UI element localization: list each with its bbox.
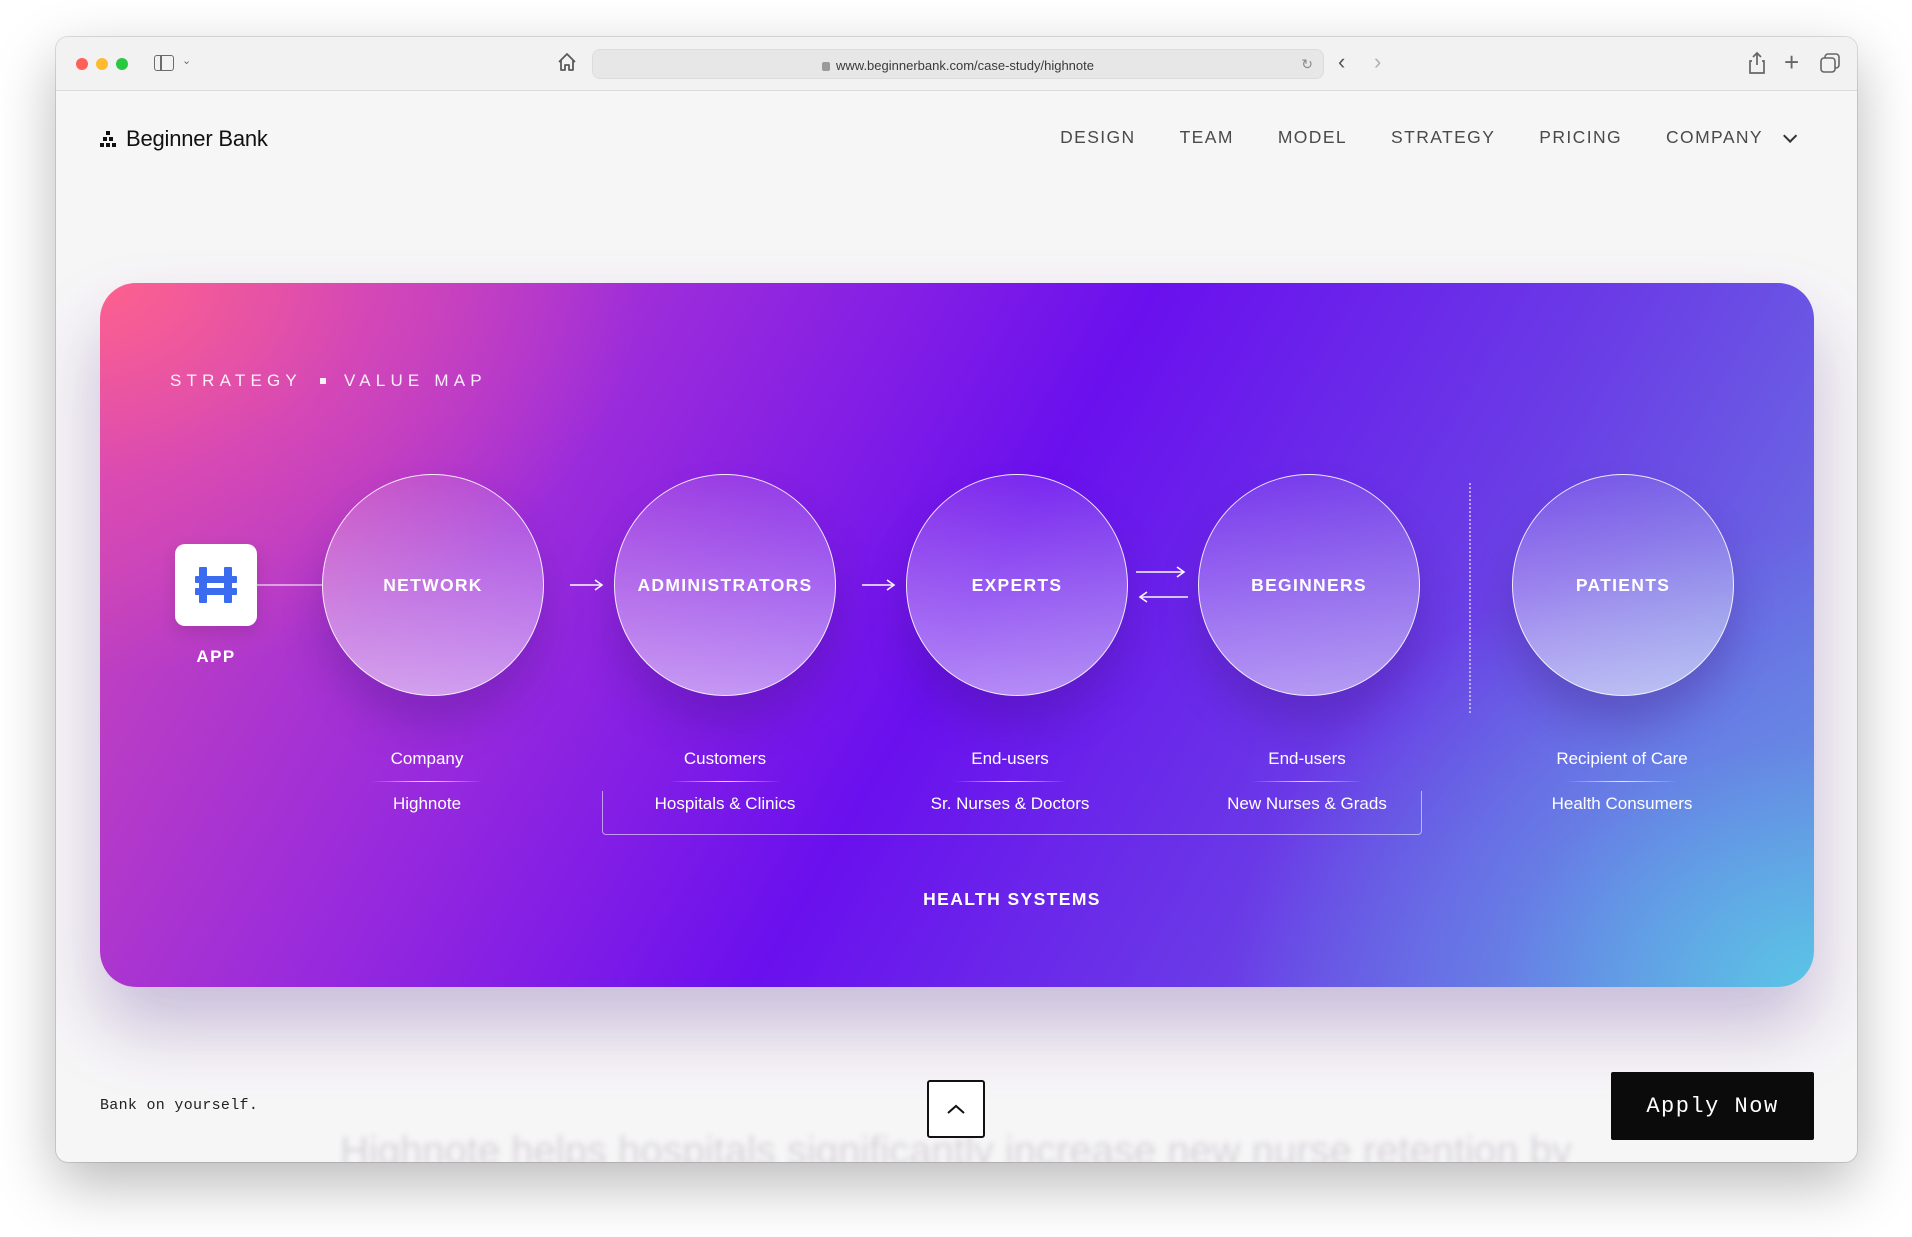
forward-icon[interactable]: › [1374,49,1381,75]
site-header: Beginner Bank DESIGN TEAM MODEL STRATEGY… [56,91,1857,171]
network-label: NETWORK [383,574,483,595]
nav-pricing[interactable]: PRICING [1539,127,1622,148]
sublabel-divider [371,781,483,782]
experts-role: End-users [971,749,1049,768]
dotted-divider [1469,483,1471,713]
network-role: Company [390,749,464,768]
browser-window: ⌄ www.beginnerbank.com/case-study/highno… [56,37,1857,1162]
administrators-node[interactable]: ADMINISTRATORS [614,474,836,696]
eyebrow-strategy: STRATEGY [170,371,302,390]
patients-sublabel: Recipient of Care Health Consumers [1502,749,1742,814]
patients-role: Recipient of Care [1556,749,1688,768]
url-text: www.beginnerbank.com/case-study/highnote [836,58,1094,73]
beginners-label: BEGINNERS [1251,574,1367,595]
separator-dot [319,378,326,384]
experts-label: EXPERTS [971,574,1063,595]
eyebrow: STRATEGY VALUE MAP [170,371,487,391]
nav-company[interactable]: COMPANY [1666,127,1798,148]
nav-design[interactable]: DESIGN [1060,127,1136,148]
network-node[interactable]: NETWORK [322,474,544,696]
chevron-up-icon [947,1104,965,1114]
experts-node[interactable]: EXPERTS [906,474,1128,696]
patients-name: Health Consumers [1551,794,1693,813]
main-nav: DESIGN TEAM MODEL STRATEGY PRICING COMPA… [1016,127,1798,148]
share-icon[interactable] [1746,51,1768,75]
home-icon[interactable] [556,51,578,73]
app-label: APP [196,647,236,666]
value-map-card: STRATEGY VALUE MAP APP NETWORK ADMINISTR… [100,283,1814,987]
health-systems-label: HEALTH SYSTEMS [923,889,1101,909]
chevron-down-icon [1783,128,1798,143]
reload-icon[interactable]: ↻ [1301,56,1313,73]
minimize-window-button[interactable] [96,58,108,70]
logo-text: Beginner Bank [126,126,268,151]
network-name: Highnote [392,794,462,813]
nav-company-label: COMPANY [1666,127,1763,147]
chevron-down-icon[interactable]: ⌄ [182,54,191,67]
apply-now-button[interactable]: Apply Now [1611,1072,1814,1140]
nav-model[interactable]: MODEL [1278,127,1347,148]
administrators-role: Customers [683,749,767,768]
nav-strategy[interactable]: STRATEGY [1391,127,1495,148]
close-window-button[interactable] [76,58,88,70]
app-tile[interactable] [175,544,257,626]
back-icon[interactable]: ‹ [1338,49,1345,75]
eyebrow-value-map: VALUE MAP [343,371,487,390]
patients-node[interactable]: PATIENTS [1512,474,1734,696]
lock-icon [822,62,830,71]
scroll-to-top-button[interactable] [927,1080,985,1138]
sublabel-divider [1566,781,1678,782]
network-sublabel: Company Highnote [307,749,547,814]
nav-team[interactable]: TEAM [1180,127,1234,148]
new-tab-icon[interactable]: + [1784,47,1799,78]
highnote-app-icon [195,567,237,603]
tagline: Bank on yourself. [100,1097,259,1114]
sublabel-divider [669,781,781,782]
address-bar[interactable]: www.beginnerbank.com/case-study/highnote… [592,49,1324,79]
beginners-role: End-users [1268,749,1346,768]
administrators-label: ADMINISTRATORS [637,574,813,595]
sublabel-divider [954,781,1066,782]
health-systems-bracket [602,791,1422,835]
tab-overview-icon[interactable] [1820,53,1840,73]
logo-icon [100,131,116,147]
sidebar-toggle-icon[interactable] [154,55,174,71]
patients-label: PATIENTS [1575,574,1671,595]
beginners-node[interactable]: BEGINNERS [1198,474,1420,696]
sublabel-divider [1251,781,1363,782]
zoom-window-button[interactable] [116,58,128,70]
site-logo[interactable]: Beginner Bank [100,126,268,152]
browser-toolbar: ⌄ www.beginnerbank.com/case-study/highno… [56,37,1857,91]
